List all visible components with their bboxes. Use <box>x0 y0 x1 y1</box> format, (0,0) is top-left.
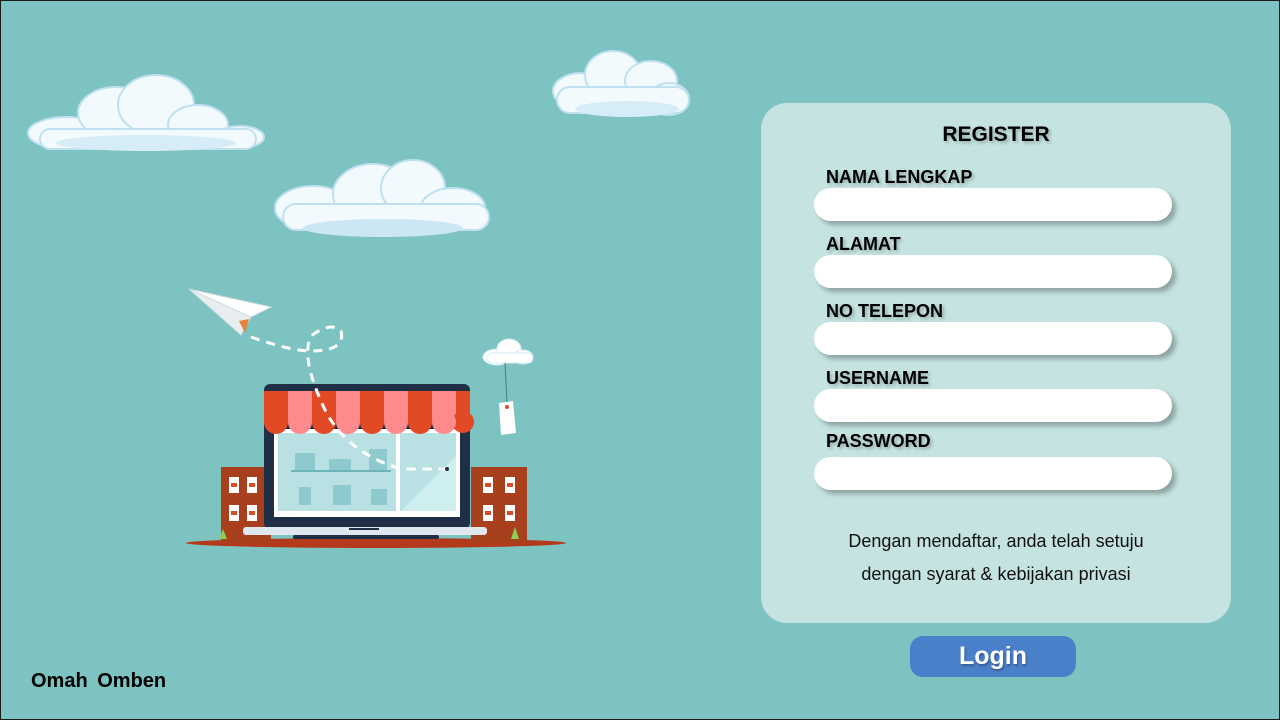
brand-name: Omah Omben <box>31 670 167 692</box>
online-store-laptop-icon <box>186 288 566 548</box>
terms-line-2: dengan syarat & kebijakan privasi <box>861 564 1131 584</box>
full-name-input[interactable] <box>814 188 1172 221</box>
register-form: REGISTER NAMA LENGKAP ALAMAT NO TELEPON … <box>761 103 1231 623</box>
cloud-icon <box>274 159 490 237</box>
password-label: PASSWORD <box>826 431 931 451</box>
cloud-icon <box>27 74 265 151</box>
address-input[interactable] <box>814 255 1172 288</box>
password-input[interactable] <box>814 457 1172 490</box>
terms-notice: Dengan mendaftar, anda telah setuju deng… <box>761 525 1231 591</box>
address-label: ALAMAT <box>826 234 901 254</box>
cloud-icon <box>552 50 690 117</box>
username-label: USERNAME <box>826 368 930 388</box>
register-title: REGISTER <box>942 123 1050 146</box>
phone-label: NO TELEPON <box>826 301 944 321</box>
terms-line-1: Dengan mendaftar, anda telah setuju <box>848 531 1144 551</box>
login-button[interactable]: Login <box>910 636 1076 677</box>
phone-input[interactable] <box>814 322 1172 355</box>
full-name-label: NAMA LENGKAP <box>826 167 973 187</box>
register-screen: REGISTER NAMA LENGKAP ALAMAT NO TELEPON … <box>0 0 1280 720</box>
username-input[interactable] <box>814 389 1172 422</box>
